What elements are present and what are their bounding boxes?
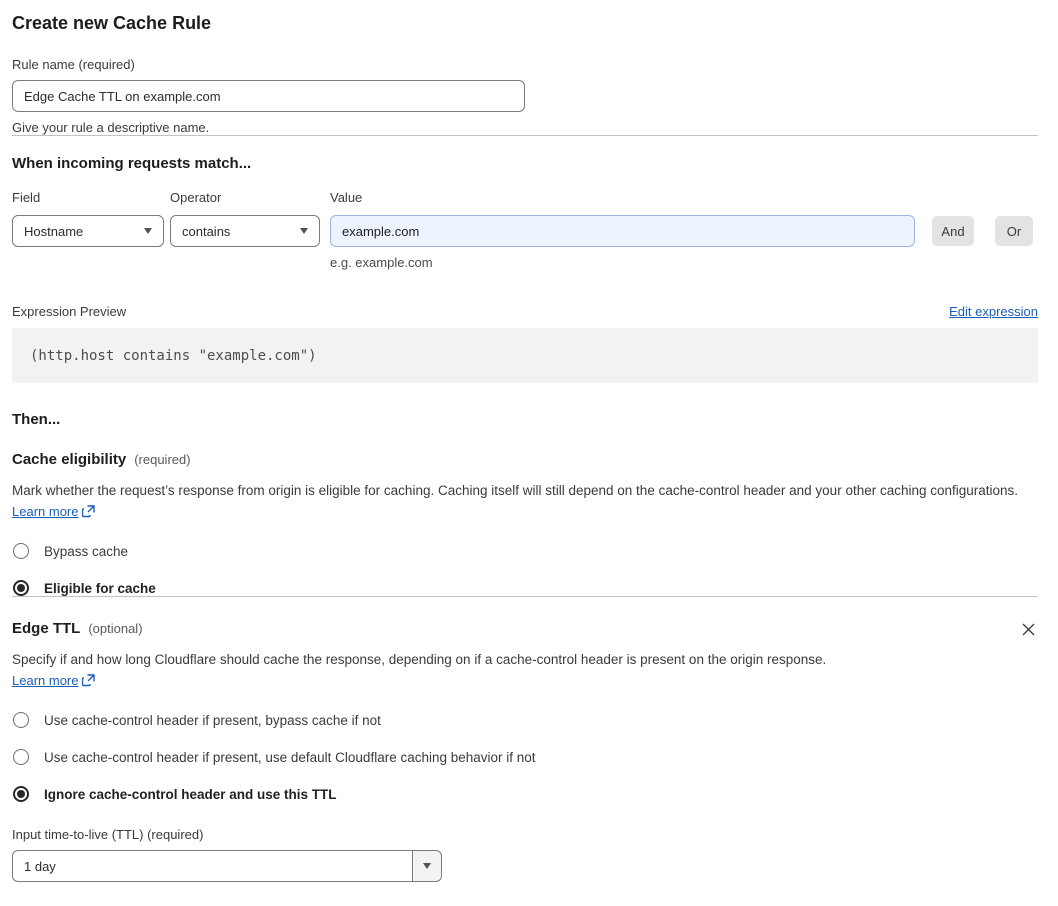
eligible-for-cache-radio[interactable]: Eligible for cache <box>12 580 1038 596</box>
rule-name-section: Rule name (required) Give your rule a de… <box>12 57 1038 135</box>
field-select-value: Hostname <box>24 223 84 239</box>
cache-eligibility-description-text: Mark whether the request’s response from… <box>12 483 1019 498</box>
cache-eligibility-section: Cache eligibility (required) Mark whethe… <box>12 451 1038 596</box>
eligible-for-cache-label: Eligible for cache <box>44 580 156 596</box>
close-icon <box>1022 623 1034 635</box>
radio-unselected-icon[interactable] <box>13 749 29 765</box>
rule-name-label: Rule name (required) <box>12 57 135 72</box>
page-title: Create new Cache Rule <box>12 13 212 33</box>
edge-ttl-description: Specify if and how long Cloudflare shoul… <box>12 649 850 691</box>
edge-ttl-description-text: Specify if and how long Cloudflare shoul… <box>12 652 827 667</box>
ttl-combo <box>12 850 442 882</box>
expression-preview-label: Expression Preview <box>12 304 127 319</box>
expression-code: (http.host contains "example.com") <box>30 347 317 364</box>
cache-eligibility-description: Mark whether the request’s response from… <box>12 480 1038 522</box>
cache-eligibility-title: Cache eligibility <box>12 451 127 468</box>
ignore-header-ttl-radio[interactable]: Ignore cache-control header and use this… <box>12 786 1038 802</box>
ttl-input-label: Input time-to-live (TTL) (required) <box>12 827 204 842</box>
edge-ttl-learn-more-link[interactable]: Learn more <box>12 673 78 688</box>
cache-eligibility-qualifier: (required) <box>134 452 191 467</box>
external-link-icon <box>82 505 96 518</box>
radio-selected-icon[interactable] <box>13 580 29 596</box>
edit-expression-link[interactable]: Edit expression <box>949 304 1038 319</box>
use-header-bypass-radio[interactable]: Use cache-control header if present, byp… <box>12 712 1038 728</box>
value-input[interactable] <box>330 215 915 247</box>
cache-eligibility-learn-more-link[interactable]: Learn more <box>12 504 78 519</box>
match-heading: When incoming requests match... <box>12 155 252 172</box>
field-select[interactable]: Hostname <box>12 215 164 247</box>
field-label: Field <box>12 190 41 205</box>
value-label: Value <box>330 190 363 205</box>
section-divider <box>12 596 1038 597</box>
rule-name-help: Give your rule a descriptive name. <box>12 120 210 135</box>
operator-label: Operator <box>170 190 222 205</box>
use-header-default-label: Use cache-control header if present, use… <box>44 749 536 765</box>
expression-code-box: (http.host contains "example.com") <box>12 328 1038 383</box>
ttl-input[interactable] <box>12 850 412 882</box>
bypass-cache-label: Bypass cache <box>44 543 129 559</box>
expression-preview-row: Expression Preview Edit expression <box>12 304 1038 319</box>
use-header-default-radio[interactable]: Use cache-control header if present, use… <box>12 749 1038 765</box>
chevron-down-icon <box>423 863 431 869</box>
chevron-down-icon <box>300 228 308 234</box>
then-heading: Then... <box>12 411 61 428</box>
section-divider <box>12 135 1038 136</box>
radio-unselected-icon[interactable] <box>13 712 29 728</box>
use-header-bypass-label: Use cache-control header if present, byp… <box>44 712 381 728</box>
ttl-dropdown-button[interactable] <box>412 850 442 882</box>
edge-ttl-section: Edge TTL (optional) Specify if and how l… <box>12 620 1038 882</box>
and-button[interactable]: And <box>932 216 974 246</box>
operator-select-value: contains <box>182 223 231 239</box>
ignore-header-ttl-label: Ignore cache-control header and use this… <box>44 786 337 802</box>
operator-select[interactable]: contains <box>170 215 320 247</box>
close-edge-ttl-button[interactable] <box>1019 620 1037 638</box>
match-controls-row: Hostname contains And Or <box>12 215 1038 247</box>
rule-name-input[interactable] <box>12 80 525 112</box>
bypass-cache-radio[interactable]: Bypass cache <box>12 543 1038 559</box>
create-cache-rule-form: Create new Cache Rule Rule name (require… <box>0 0 1058 894</box>
match-section: When incoming requests match... Field Op… <box>12 155 1038 270</box>
value-example-help: e.g. example.com <box>330 255 433 270</box>
radio-unselected-icon[interactable] <box>13 543 29 559</box>
edge-ttl-qualifier: (optional) <box>88 621 143 636</box>
edge-ttl-title: Edge TTL <box>12 620 81 637</box>
edge-ttl-head: Edge TTL (optional) <box>12 620 1038 637</box>
cache-eligibility-head: Cache eligibility (required) <box>12 451 1038 468</box>
radio-selected-icon[interactable] <box>13 786 29 802</box>
external-link-icon <box>82 674 96 687</box>
match-labels-row: Field Operator Value <box>12 190 1038 205</box>
chevron-down-icon <box>144 228 152 234</box>
or-button[interactable]: Or <box>995 216 1033 246</box>
